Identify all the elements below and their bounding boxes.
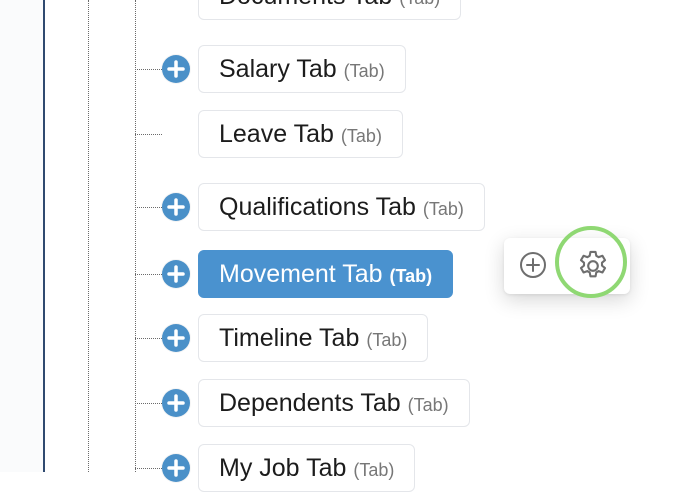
tab-node-title: Salary Tab xyxy=(219,54,337,83)
tab-node-type: (Tab) xyxy=(389,265,433,286)
tab-node-type: (Tab) xyxy=(422,198,464,219)
plus-circle-icon xyxy=(167,60,185,78)
expand-node-button[interactable] xyxy=(162,193,190,221)
plus-circle-icon xyxy=(167,265,185,283)
tab-node-title: Qualifications Tab xyxy=(219,192,416,221)
tab-node-type: (Tab) xyxy=(340,125,382,146)
tree-branch-line xyxy=(135,468,162,469)
tab-node-title: Documents Tab xyxy=(219,0,392,11)
node-action-popup xyxy=(504,238,630,294)
tab-node[interactable]: Dependents Tab (Tab) xyxy=(198,379,470,427)
tab-node-title: Leave Tab xyxy=(219,119,334,148)
tab-node-title: Movement Tab xyxy=(219,259,383,288)
left-panel xyxy=(0,0,43,472)
tree-branch-line xyxy=(135,338,162,339)
tab-node-title: Timeline Tab xyxy=(219,323,360,352)
plus-circle-icon xyxy=(167,198,185,216)
plus-circle-outline-icon xyxy=(520,252,546,278)
tree-connector-inner xyxy=(135,0,136,472)
plus-circle-icon xyxy=(167,459,185,477)
expand-node-button[interactable] xyxy=(162,454,190,482)
left-panel-border xyxy=(43,0,45,472)
expand-node-button[interactable] xyxy=(162,324,190,352)
tab-node[interactable]: Leave Tab (Tab) xyxy=(198,110,403,158)
plus-circle-icon xyxy=(167,394,185,412)
tab-node-type: (Tab) xyxy=(366,329,408,350)
tab-node-type: (Tab) xyxy=(343,60,385,81)
tab-node[interactable]: Documents Tab (Tab) xyxy=(198,0,462,20)
tab-node[interactable]: Salary Tab (Tab) xyxy=(198,45,406,93)
add-child-button[interactable] xyxy=(518,250,548,280)
plus-circle-icon xyxy=(167,329,185,347)
expand-node-button[interactable] xyxy=(162,55,190,83)
tab-node[interactable]: My Job Tab (Tab) xyxy=(198,444,416,492)
expand-node-button[interactable] xyxy=(162,260,190,288)
tree-connector-outer xyxy=(88,0,89,472)
tree-branch-line xyxy=(135,403,162,404)
gear-icon xyxy=(579,250,607,278)
tree-branch-line xyxy=(135,134,162,135)
tab-node-type: (Tab) xyxy=(399,0,440,9)
tab-node[interactable]: Timeline Tab (Tab) xyxy=(198,314,429,362)
tree-branch-line xyxy=(135,207,162,208)
expand-node-button[interactable] xyxy=(162,389,190,417)
tab-node[interactable]: Qualifications Tab (Tab) xyxy=(198,183,485,231)
tab-node[interactable]: Movement Tab (Tab) xyxy=(198,250,454,298)
tree-branch-line xyxy=(135,69,162,70)
tab-node-type: (Tab) xyxy=(407,394,449,415)
tree-branch-line xyxy=(135,274,162,275)
tab-node-title: My Job Tab xyxy=(219,453,347,482)
tab-node-title: Dependents Tab xyxy=(219,388,401,417)
tab-node-type: (Tab) xyxy=(353,459,395,480)
settings-button[interactable] xyxy=(575,248,611,284)
